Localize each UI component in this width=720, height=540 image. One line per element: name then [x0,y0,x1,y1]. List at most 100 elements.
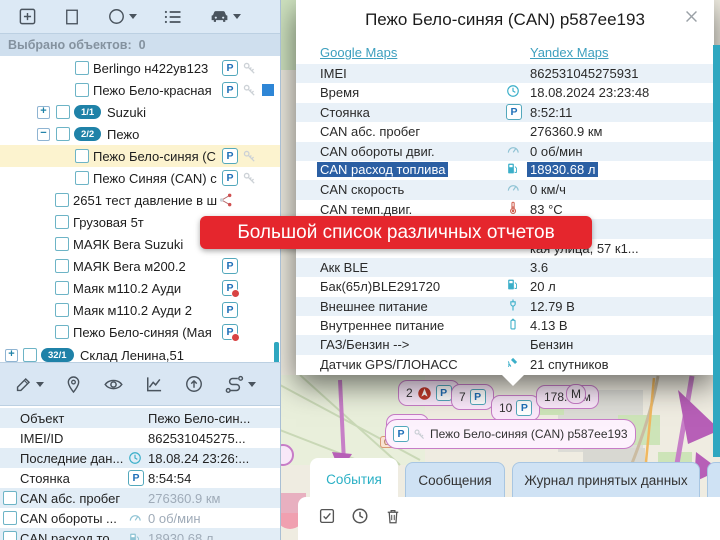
info-row[interactable]: Внутреннее питание 4.13 В [296,316,714,335]
tree-item[interactable]: Berlingo н422ув123 P [0,57,280,79]
list-view-button[interactable] [163,7,183,27]
tree-item[interactable]: Маяк м110.2 Ауди 2 P [0,299,280,321]
checkbox[interactable] [56,127,70,141]
table-row[interactable]: IMEI/ID 862531045275... [0,428,280,448]
expand-icon[interactable] [37,106,50,119]
info-row[interactable]: Акк BLE 3.6 [296,258,714,277]
trash-icon[interactable] [384,507,402,525]
info-row[interactable]: Стоянка P 8:52:11 [296,103,714,122]
objects-tree: Berlingo н422ув123 P Пежо Бело-красная P… [0,56,280,362]
location-button[interactable] [64,375,83,394]
google-maps-link[interactable]: Google Maps [320,45,397,60]
parking-error-icon: P [222,280,238,296]
tree-item-selected[interactable]: Пежо Бело-синяя (С P [0,145,280,167]
key-icon [242,171,257,186]
info-row[interactable]: CAN скорость 0 км/ч [296,180,714,199]
table-row[interactable]: Объект Пежо Бело-син... [0,408,280,428]
add-object-button[interactable] [18,7,37,26]
info-row[interactable]: Время 18.08.2024 23:23:48 [296,83,714,102]
tree-scrollbar[interactable] [274,342,279,364]
tree-item[interactable]: Пежо Бело-красная P [0,79,280,101]
checkbox[interactable] [55,325,69,339]
checkbox[interactable] [56,105,70,119]
checkbox[interactable] [75,171,89,185]
row-label: CAN обороты ... [20,511,117,526]
tree-group[interactable]: 1/1 Suzuki [0,101,280,123]
table-row[interactable]: Стоянка P 8:54:54 [0,468,280,488]
tree-group[interactable]: 2/2 Пежо [0,123,280,145]
info-row[interactable]: CAN абс. пробег 276360.9 км [296,122,714,141]
table-row[interactable]: Последние дан... 18.08.24 23:26:... [0,448,280,468]
tree-item-label: Пежо Синяя (CAN) с [93,171,217,186]
map-cluster-10[interactable]: 10 P [491,395,540,421]
vehicle-tooltip-label: Пежо Бело-синяя (CAN) p587ee193 [430,427,628,441]
expand-icon[interactable] [5,349,18,362]
info-row[interactable]: CAN обороты двиг. 0 об/мин [296,142,714,161]
info-row-selected[interactable]: CAN расход топлива 18930.68 л [296,161,714,180]
collapse-icon[interactable] [37,128,50,141]
tab-events[interactable]: События [310,458,398,500]
tree-item[interactable]: МАЯК Вега м200.2 P [0,255,280,277]
map-cluster-m[interactable]: М [566,384,586,404]
circle-select-button[interactable] [107,7,137,26]
yandex-maps-link[interactable]: Yandex Maps [530,45,609,60]
tree-item[interactable]: Пежо Синяя (CAN) с P [0,167,280,189]
checkbox[interactable] [3,531,17,540]
parking-icon: P [222,148,238,164]
tree-item-label: Пежо Бело-красная [93,83,212,98]
selected-objects-header: Выбрано объектов: 0 [0,34,280,56]
table-row[interactable]: CAN абс. пробег 276360.9 км [0,488,280,508]
parking-icon: P [222,170,238,186]
fuel-icon [506,162,519,175]
checkbox[interactable] [55,259,69,273]
checkbox[interactable] [75,83,89,97]
edit-button[interactable] [14,375,44,394]
tree-item[interactable]: 2651 тест давление в ш [0,189,280,211]
watermark-text: Avito [630,498,701,534]
tree-item[interactable]: Маяк м110.2 Ауди P [0,277,280,299]
object-actions-toolbar [0,362,280,406]
popup-scrollbar[interactable] [713,45,720,457]
map-vehicle-tooltip[interactable]: P Пежо Бело-синяя (CAN) p587ee193 [385,419,636,449]
tree-item-label: Пежо [107,127,139,142]
close-icon[interactable] [683,8,700,25]
checkbox[interactable] [55,303,69,317]
row-value: 8:54:54 [148,471,191,486]
row-label: Стоянка [20,471,70,486]
row-value: 862531045275... [148,431,246,446]
select-all-icon[interactable] [318,507,336,525]
checkbox[interactable] [55,281,69,295]
checkbox[interactable] [55,193,69,207]
tab-messages[interactable]: Сообщения [405,462,505,498]
info-row[interactable]: ГАЗ/Бензин --> Бензин [296,335,714,354]
tab-extra[interactable] [707,462,720,498]
gps-monitoring-app: 2 P 7 P 10 P 178.4 км М 5 P P Пежо Бело-… [0,0,720,540]
clock-icon [128,451,142,465]
checkbox[interactable] [75,61,89,75]
checkbox[interactable] [55,215,69,229]
info-row[interactable]: Датчик GPS/ГЛОНАСС 21 спутников [296,355,714,374]
watermark-logo-circle [603,524,610,531]
info-row[interactable]: Бак(65л)BLE291720 20 л [296,277,714,296]
checkbox[interactable] [3,491,17,505]
tree-item[interactable]: Пежо Бело-синяя (Мая P [0,321,280,343]
vehicle-filter-button[interactable] [209,6,241,27]
checkbox[interactable] [75,149,89,163]
history-clock-icon[interactable] [351,507,369,525]
checkbox[interactable] [55,237,69,251]
checkbox[interactable] [23,348,37,362]
table-row[interactable]: CAN обороты ... 0 об/мин [0,508,280,528]
tree-group[interactable]: 32/1 Склад Ленина,51 [0,344,280,362]
key-icon [242,83,257,98]
tab-data-log[interactable]: Журнал принятых данных [512,462,700,498]
send-command-button[interactable] [184,374,204,394]
map-cluster-7[interactable]: 7 P [451,384,494,410]
table-row[interactable]: CAN расход то... 18930.68 л [0,528,280,540]
checkbox[interactable] [3,511,17,525]
rectangle-select-button[interactable] [63,8,81,26]
info-row[interactable]: IMEI 862531045275931 [296,64,714,83]
route-button[interactable] [224,374,256,395]
visibility-button[interactable] [103,374,124,395]
info-row[interactable]: Внешнее питание 12.79 В [296,297,714,316]
chart-button[interactable] [144,374,164,394]
